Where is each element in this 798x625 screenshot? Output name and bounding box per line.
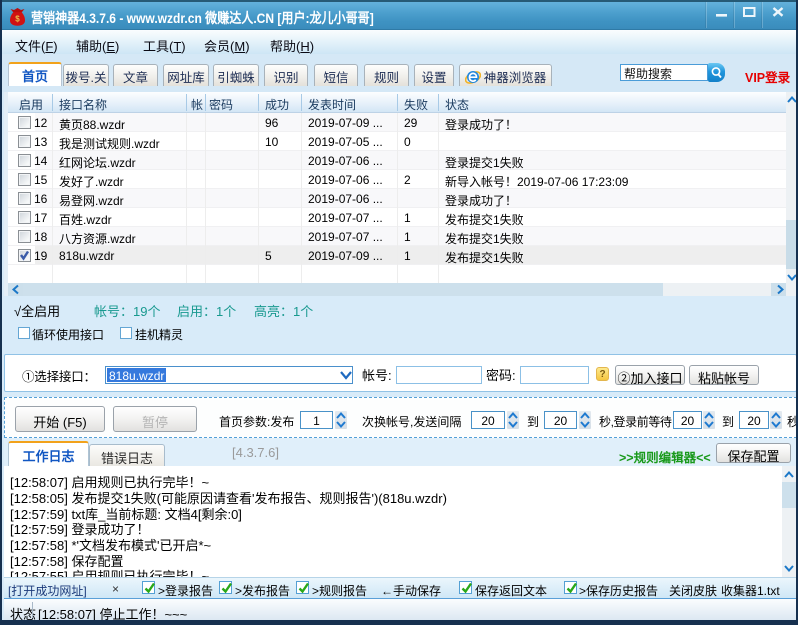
svg-text:$: $	[15, 15, 20, 24]
